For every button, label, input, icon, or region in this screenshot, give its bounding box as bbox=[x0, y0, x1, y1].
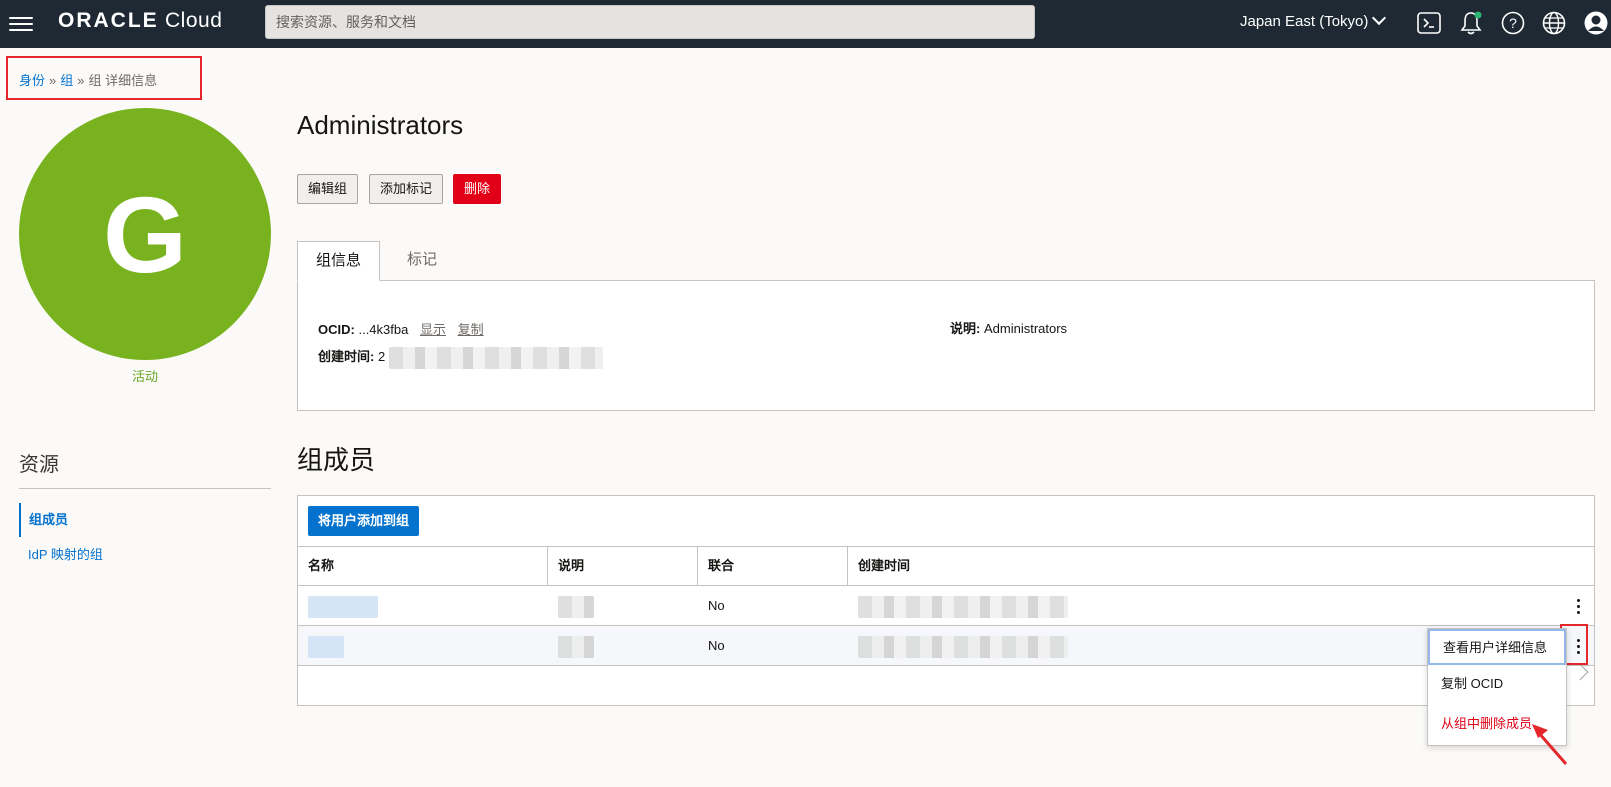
member-name-cell[interactable] bbox=[298, 626, 344, 665]
breadcrumb-separator: » bbox=[77, 73, 85, 88]
created-label: 创建时间: bbox=[318, 349, 375, 364]
add-user-to-group-button[interactable]: 将用户添加到组 bbox=[308, 506, 420, 536]
redacted-name bbox=[308, 595, 378, 618]
ocid-label: OCID: bbox=[318, 322, 355, 337]
breadcrumb: 身份» 组» 组 详细信息 bbox=[19, 70, 157, 89]
description-row: 说明: Administrators bbox=[950, 318, 1067, 337]
language-globe-icon[interactable] bbox=[1541, 10, 1567, 36]
group-info-panel: OCID: ...4k3fba 显示 复制 创建时间: 2 说明: Admini… bbox=[297, 280, 1595, 411]
breadcrumb-current: 组 详细信息 bbox=[88, 73, 158, 88]
search-placeholder: 搜索资源、服务和文档 bbox=[276, 14, 416, 30]
svg-text:?: ? bbox=[1509, 15, 1517, 31]
member-description-cell bbox=[548, 586, 594, 625]
table-header: 名称 说明 联合 创建时间 bbox=[298, 546, 1594, 586]
column-header-name[interactable]: 名称 bbox=[298, 547, 548, 585]
row-actions-kebab-icon[interactable] bbox=[1570, 596, 1586, 616]
next-page-chevron-icon[interactable] bbox=[1571, 663, 1589, 681]
avatar-letter: G bbox=[102, 173, 187, 295]
redacted-timestamp bbox=[388, 346, 603, 369]
member-created-cell bbox=[848, 586, 1068, 625]
table-row: No bbox=[298, 626, 1594, 666]
nav-item-group-members[interactable]: 组成员 bbox=[19, 503, 271, 537]
region-selector[interactable]: Japan East (Tokyo) bbox=[1240, 10, 1387, 30]
region-label: Japan East (Tokyo) bbox=[1240, 13, 1369, 30]
members-table: 将用户添加到组 名称 说明 联合 创建时间 No No bbox=[297, 495, 1595, 706]
search-input[interactable]: 搜索资源、服务和文档 bbox=[265, 5, 1035, 39]
logo-brand: ORACLE bbox=[58, 9, 159, 32]
created-value: 2 bbox=[377, 349, 386, 364]
edit-group-button[interactable]: 编辑组 bbox=[297, 174, 359, 204]
breadcrumb-groups[interactable]: 组 bbox=[60, 73, 73, 88]
member-name-cell[interactable] bbox=[298, 586, 378, 625]
column-header-created[interactable]: 创建时间 bbox=[848, 547, 1594, 585]
add-tag-button[interactable]: 添加标记 bbox=[369, 174, 444, 204]
member-federated-cell: No bbox=[708, 638, 725, 653]
group-avatar: G bbox=[19, 108, 271, 360]
page-title: Administrators bbox=[297, 110, 464, 140]
ocid-value: ...4k3fba bbox=[358, 322, 409, 337]
nav-item-idp-group-mappings[interactable]: IdP 映射的组 bbox=[19, 538, 271, 572]
column-header-description[interactable]: 说明 bbox=[548, 547, 698, 585]
divider bbox=[19, 488, 271, 489]
notifications-bell-icon[interactable] bbox=[1458, 10, 1484, 36]
members-section-title: 组成员 bbox=[297, 445, 376, 475]
redacted-created bbox=[858, 635, 1068, 658]
top-navigation-bar: ORACLE Cloud 搜索资源、服务和文档 Japan East (Toky… bbox=[0, 0, 1611, 48]
menu-item-view-user-details[interactable]: 查看用户详细信息 bbox=[1428, 629, 1566, 665]
redacted-description bbox=[558, 635, 594, 658]
redacted-created bbox=[858, 595, 1068, 618]
description-value: Administrators bbox=[983, 321, 1068, 336]
menu-item-copy-ocid[interactable]: 复制 OCID bbox=[1428, 667, 1566, 703]
hamburger-menu-icon[interactable] bbox=[9, 13, 33, 33]
member-federated-cell: No bbox=[708, 598, 725, 613]
annotation-arrow-icon bbox=[1532, 724, 1568, 765]
created-row: 创建时间: 2 bbox=[318, 346, 603, 369]
chevron-down-icon bbox=[1372, 10, 1387, 26]
redacted-name bbox=[308, 635, 344, 658]
tab-tags[interactable]: 标记 bbox=[407, 241, 437, 281]
table-row: No bbox=[298, 586, 1594, 626]
member-description-cell bbox=[548, 626, 594, 665]
description-label: 说明: bbox=[950, 321, 981, 336]
status-label: 活动 bbox=[131, 369, 158, 384]
ocid-row: OCID: ...4k3fba 显示 复制 bbox=[318, 319, 484, 338]
copy-ocid-link[interactable]: 复制 bbox=[458, 322, 484, 337]
help-icon[interactable]: ? bbox=[1500, 10, 1526, 36]
breadcrumb-identity[interactable]: 身份 bbox=[19, 73, 45, 88]
oracle-cloud-logo[interactable]: ORACLE Cloud bbox=[58, 9, 222, 33]
delete-button[interactable]: 删除 bbox=[453, 174, 502, 204]
member-created-cell bbox=[848, 626, 1068, 665]
tab-group-info[interactable]: 组信息 bbox=[297, 241, 381, 281]
resources-title: 资源 bbox=[19, 454, 59, 476]
logo-product: Cloud bbox=[165, 9, 223, 32]
redacted-description bbox=[558, 595, 594, 618]
user-profile-icon[interactable] bbox=[1583, 10, 1609, 36]
show-ocid-link[interactable]: 显示 bbox=[420, 322, 446, 337]
breadcrumb-separator: » bbox=[49, 73, 57, 88]
column-header-federated[interactable]: 联合 bbox=[698, 547, 848, 585]
cloud-shell-icon[interactable] bbox=[1416, 10, 1442, 36]
